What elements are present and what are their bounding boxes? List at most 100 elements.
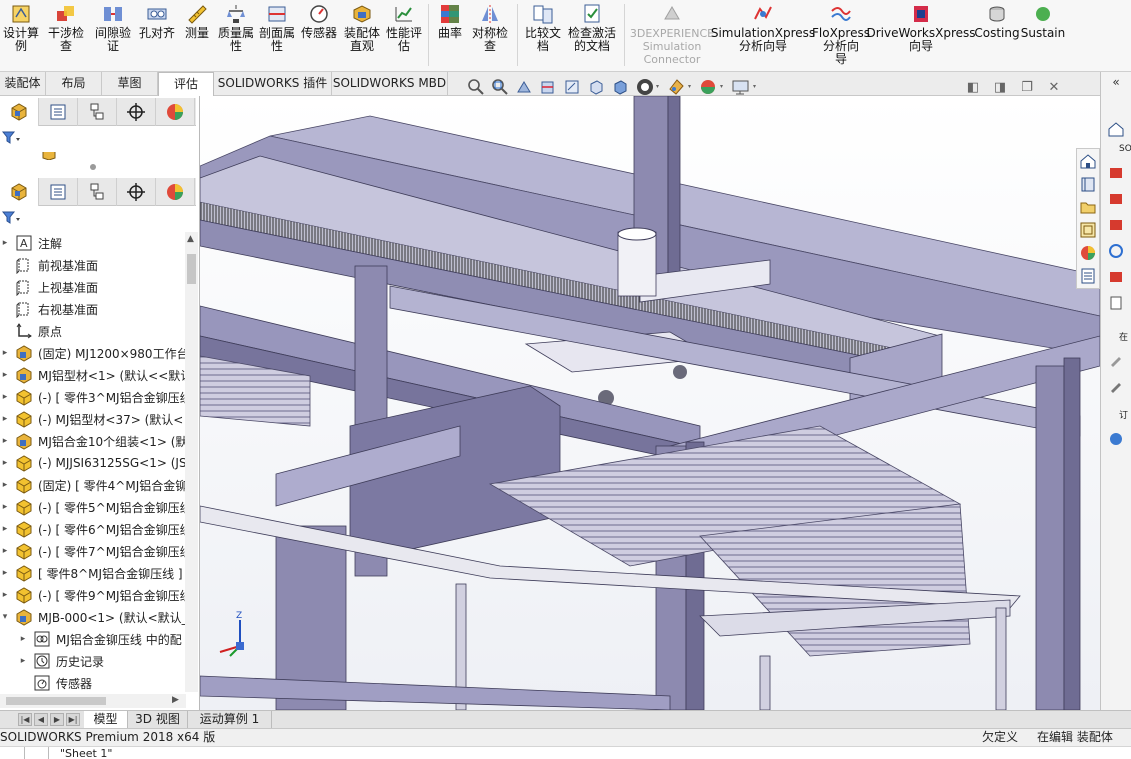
filter-2-icon[interactable] <box>1 210 22 229</box>
expand-arrow-icon[interactable]: ▸ <box>0 436 10 446</box>
tile-left-icon[interactable]: ◧ <box>964 78 982 96</box>
tree-item[interactable]: ▸ 历史记录 <box>0 650 186 672</box>
zoom-to-fit-icon[interactable] <box>466 77 486 97</box>
view-orientation-icon[interactable] <box>586 77 606 97</box>
expand-arrow-icon[interactable]: ▸ <box>0 392 10 402</box>
ribbon-measure-button[interactable]: 测量 <box>178 0 216 66</box>
tree-item[interactable]: ▸ (-) [ 零件3^MJ铝合金铆压线 <box>0 386 186 408</box>
tree-item[interactable]: 原点 <box>0 320 186 342</box>
appearances-scenes-icon[interactable] <box>1077 242 1099 264</box>
ribbon-sensor-button[interactable]: 传感器 <box>298 0 340 66</box>
expand-arrow-icon[interactable]: ▾ <box>0 612 10 622</box>
tab-model[interactable]: 模型 <box>84 711 128 728</box>
tree-item[interactable]: ▸ (-) MJJSI63125SG<1> (JS <box>0 452 186 474</box>
expand-arrow-icon[interactable]: ▸ <box>0 480 10 490</box>
tools-2-icon[interactable] <box>1105 376 1127 398</box>
tab-sketch[interactable]: 草图 <box>102 72 158 95</box>
ribbon-hole-alignment-button[interactable]: 孔对齐 <box>136 0 178 66</box>
expand-arrow-icon[interactable]: ▸ <box>0 458 10 468</box>
splitter-handle[interactable] <box>90 164 96 170</box>
tab-solidworks-mbd[interactable]: SOLIDWORKS MBD <box>332 72 448 95</box>
expand-arrow-icon[interactable]: ▸ <box>18 634 28 644</box>
ribbon-clearance-verify-button[interactable]: 间隙验 证 <box>90 0 136 66</box>
expand-arrow-icon[interactable]: ▸ <box>0 414 10 424</box>
zoom-to-area-icon[interactable] <box>490 77 510 97</box>
tree-item[interactable]: ▸ MJ铝合金10个组装<1> (默 <box>0 430 186 452</box>
ribbon-compare-documents-button[interactable]: 比较文 档 <box>522 0 564 66</box>
tree-item[interactable]: 前视基准面 <box>0 254 186 276</box>
dynamic-annotation-icon[interactable] <box>562 77 582 97</box>
property-manager-tab-2-icon[interactable] <box>39 178 78 206</box>
configuration-manager-tab-2-icon[interactable] <box>78 178 117 206</box>
tree-item[interactable]: ▸ (-) [ 零件6^MJ铝合金铆压线 <box>0 518 186 540</box>
expand-arrow-icon[interactable]: ▸ <box>0 502 10 512</box>
expand-arrow-icon[interactable]: ▸ <box>0 348 10 358</box>
tree-item[interactable]: ▸ MJ铝合金铆压线 中的配 <box>0 628 186 650</box>
red-part-icon-2[interactable] <box>1105 188 1127 210</box>
display-style-icon[interactable] <box>610 77 630 97</box>
tree-item[interactable]: ▸ A 注解 <box>0 232 186 254</box>
globe-icon[interactable] <box>1105 428 1127 450</box>
ribbon-costing-button[interactable]: Costing <box>971 0 1023 66</box>
ribbon-symmetry-check-button[interactable]: 对称检 查 <box>467 0 513 66</box>
graphics-viewport[interactable]: Z <box>200 96 1100 710</box>
tree-item[interactable]: 右视基准面 <box>0 298 186 320</box>
ribbon-performance-evaluation-button[interactable]: 性能评 估 <box>384 0 424 66</box>
task-pane-collapse-icon[interactable]: « <box>1101 72 1131 92</box>
tree-horizontal-scrollbar[interactable]: ▶ <box>0 694 186 708</box>
expand-arrow-icon[interactable]: ▸ <box>0 370 10 380</box>
ribbon-driveworksxpress-button[interactable]: DriveWorksXpress 向导 <box>866 0 976 66</box>
red-part-icon-1[interactable] <box>1105 162 1127 184</box>
ribbon-assembly-visualization-button[interactable]: 装配体 直观 <box>340 0 384 66</box>
ribbon-section-properties-button[interactable]: 剖面属 性 <box>256 0 298 66</box>
ribbon-design-study-button[interactable]: 设计算 例 <box>0 0 42 66</box>
ribbon-check-active-document-button[interactable]: 检查激活 的文档 <box>564 0 620 66</box>
expand-arrow-icon[interactable]: ▸ <box>0 546 10 556</box>
task-pane-home-icon[interactable] <box>1105 118 1127 140</box>
tree-item[interactable]: ▸ [ 零件8^MJ铝合金铆压线 ] <box>0 562 186 584</box>
tile-right-icon[interactable]: ◨ <box>991 78 1009 96</box>
display-manager-tab-2-icon[interactable] <box>156 178 195 206</box>
tree-item[interactable]: ▸ MJ铝型材<1> (默认<<默认 <box>0 364 186 386</box>
red-part-icon-4[interactable] <box>1105 266 1127 288</box>
tab-assembly[interactable]: 装配体 <box>0 72 46 95</box>
apply-scene-icon[interactable] <box>698 77 726 97</box>
tree-vertical-scroll-thumb[interactable] <box>187 254 196 284</box>
edit-appearance-icon[interactable] <box>666 77 694 97</box>
section-view-icon[interactable] <box>538 77 558 97</box>
display-manager-tab-icon[interactable] <box>156 98 195 126</box>
scroll-right-icon[interactable]: ▶ <box>172 695 179 705</box>
custom-properties-icon[interactable] <box>1077 265 1099 287</box>
tree-item[interactable]: 传感器 <box>0 672 186 694</box>
first-tab-icon[interactable]: |◀ <box>18 713 32 726</box>
expand-arrow-icon[interactable]: ▸ <box>0 524 10 534</box>
expand-arrow-icon[interactable]: ▸ <box>0 238 10 248</box>
tree-item[interactable]: 上视基准面 <box>0 276 186 298</box>
ribbon-simulationxpress-button[interactable]: SimulationXpress 分析向导 <box>711 0 815 66</box>
ribbon-interference-check-button[interactable]: 干涉检 查 <box>42 0 90 66</box>
scroll-up-icon[interactable]: ▲ <box>187 234 194 244</box>
tree-item[interactable]: ▸ (-) [ 零件7^MJ铝合金铆压线 <box>0 540 186 562</box>
tree-item[interactable]: ▸ (固定) MJ1200×980工作台 <box>0 342 186 364</box>
ribbon-floxpress-button[interactable]: FloXpress 分析向 导 <box>811 0 871 66</box>
expand-arrow-icon[interactable]: ▸ <box>0 590 10 600</box>
property-manager-tab-icon[interactable] <box>39 98 78 126</box>
solidworks-resources-icon[interactable] <box>1077 150 1099 172</box>
ribbon-curvature-button[interactable]: 曲率 <box>433 0 467 66</box>
file-explorer-icon[interactable] <box>1077 196 1099 218</box>
filter-icon[interactable] <box>1 130 22 149</box>
tree-item[interactable]: ▾ MJB-000<1> (默认<默认_ <box>0 606 186 628</box>
tab-layout[interactable]: 布局 <box>46 72 102 95</box>
blue-circle-icon[interactable] <box>1105 240 1127 262</box>
tree-item[interactable]: ▸ (-) [ 零件9^MJ铝合金铆压线 <box>0 584 186 606</box>
view-palette-icon[interactable] <box>1077 219 1099 241</box>
ribbon-mass-properties-button[interactable]: 质量属 性 <box>216 0 256 66</box>
dimxpert-manager-tab-2-icon[interactable] <box>117 178 156 206</box>
configuration-manager-tab-icon[interactable] <box>78 98 117 126</box>
tab-solidworks-addins[interactable]: SOLIDWORKS 插件 <box>214 72 332 95</box>
tree-horizontal-scroll-thumb[interactable] <box>6 697 106 705</box>
red-part-icon-3[interactable] <box>1105 214 1127 236</box>
tab-evaluate[interactable]: 评估 <box>158 72 214 96</box>
expand-arrow-icon[interactable]: ▸ <box>0 568 10 578</box>
last-tab-icon[interactable]: ▶| <box>66 713 80 726</box>
